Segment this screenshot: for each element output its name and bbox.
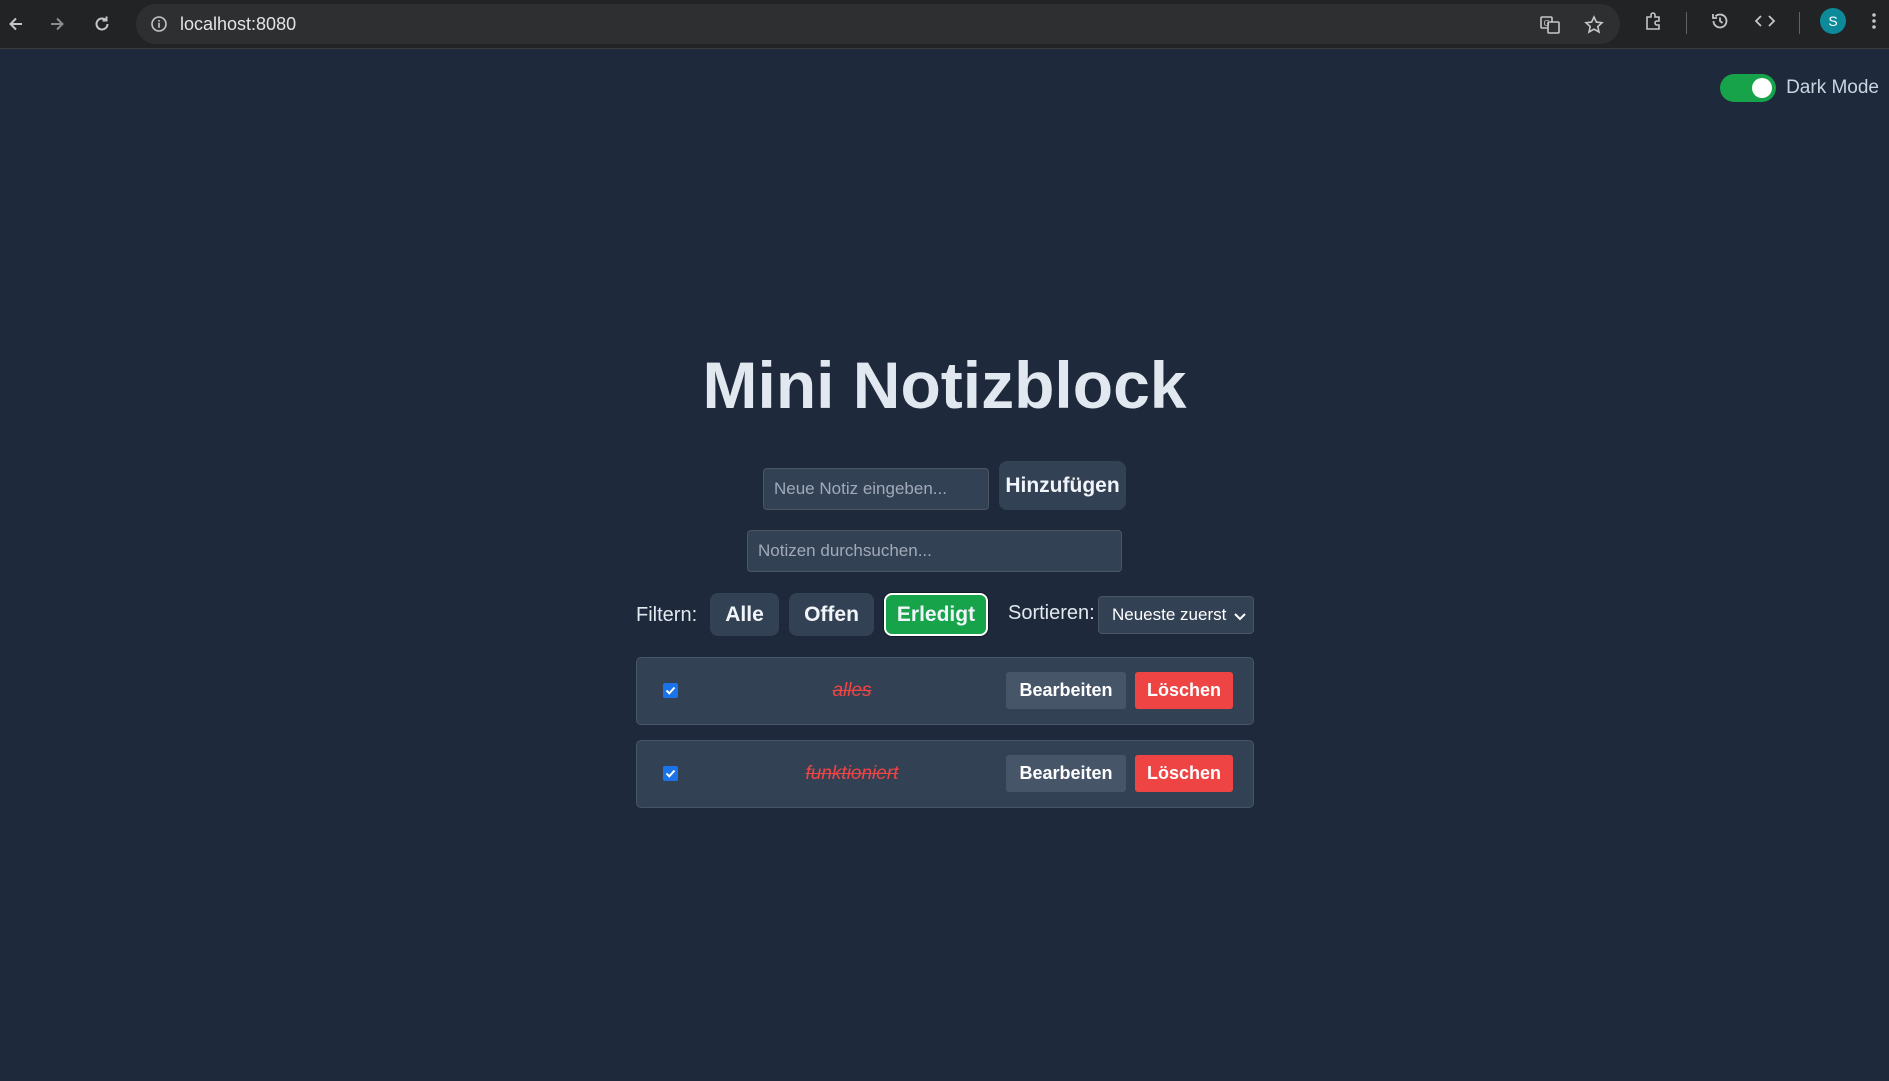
forward-button[interactable] [41,8,73,40]
note-text: alles [832,680,872,701]
dark-mode-label: Dark Mode [1786,77,1879,98]
translate-icon[interactable]: G [1537,12,1563,38]
search-input[interactable] [747,530,1122,572]
sort-label: Sortieren: [1008,602,1095,624]
menu-dots-icon[interactable] [1864,8,1884,34]
add-note-button[interactable]: Hinzufügen [999,461,1126,510]
profile-avatar[interactable]: S [1820,8,1846,34]
reload-icon [95,16,109,31]
site-info-icon[interactable] [148,13,170,35]
toolbar-divider [1799,12,1800,34]
sort-select[interactable]: Neueste zuerst [1098,596,1254,634]
toggle-knob [1752,78,1773,98]
url-text: localhost:8080 [180,13,297,34]
filter-open-button[interactable]: Offen [789,593,874,636]
dark-mode-toggle[interactable] [1720,74,1777,102]
checkmark-icon [665,686,676,695]
back-button[interactable] [0,8,32,40]
note-done-checkbox[interactable] [663,683,678,698]
edit-button[interactable]: Bearbeiten [1006,755,1126,792]
note-item: funktioniert Bearbeiten Löschen [636,740,1254,808]
delete-button[interactable]: Löschen [1135,755,1233,792]
toolbar-divider [1686,12,1687,34]
code-icon[interactable] [1752,8,1778,34]
dark-mode-control: Dark Mode [1720,74,1879,102]
chevron-down-icon [1234,613,1246,621]
note-done-checkbox[interactable] [663,766,678,781]
new-note-input[interactable] [763,468,989,510]
checkmark-icon [665,769,676,778]
arrow-right-icon [51,17,64,31]
bookmark-star-icon[interactable] [1581,12,1607,38]
sort-selected-value: Neueste zuerst [1112,605,1227,624]
delete-button[interactable]: Löschen [1135,672,1233,709]
history-icon[interactable] [1707,8,1733,34]
address-bar[interactable]: localhost:8080 G [136,4,1620,44]
edit-button[interactable]: Bearbeiten [1006,672,1126,709]
extensions-icon[interactable] [1640,8,1666,34]
arrow-left-icon [9,17,22,31]
reload-button[interactable] [86,8,118,40]
browser-toolbar: localhost:8080 G S [0,0,1889,49]
filter-label: Filtern: [636,604,698,626]
svg-text:G: G [1544,19,1550,28]
note-item: alles Bearbeiten Löschen [636,657,1254,725]
filter-all-button[interactable]: Alle [710,593,779,636]
page-title: Mini Notizblock [702,348,1187,422]
note-text: funktioniert [805,763,899,784]
filter-done-button[interactable]: Erledigt [884,593,988,636]
